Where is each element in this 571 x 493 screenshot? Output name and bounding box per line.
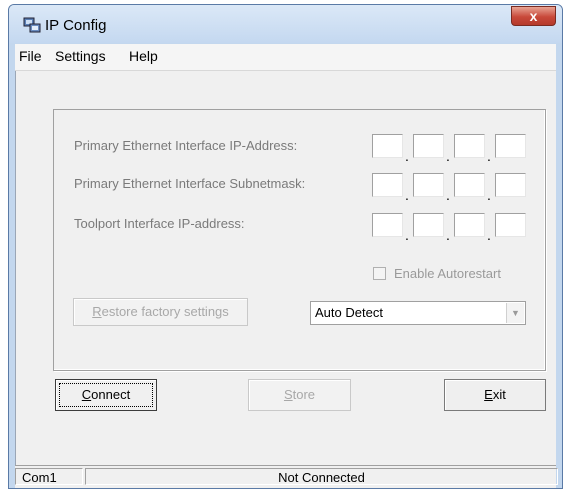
subnet-octet-3[interactable] — [454, 173, 485, 197]
toolport-ip-octet-1[interactable] — [372, 213, 403, 237]
subnet-octet-1[interactable] — [372, 173, 403, 197]
ip-dot: . — [446, 148, 450, 164]
title-bar[interactable]: IP Config x — [9, 5, 562, 43]
window-title: IP Config — [45, 17, 107, 34]
exit-button[interactable]: Exit — [444, 379, 546, 411]
ip-dot: . — [405, 227, 409, 243]
detect-mode-select[interactable]: Auto Detect ▼ — [310, 301, 526, 325]
exit-label-rest: xit — [492, 387, 506, 402]
subnet-octet-2[interactable] — [413, 173, 444, 197]
toolport-ip-octet-4[interactable] — [495, 213, 526, 237]
store-button[interactable]: Store — [248, 379, 351, 411]
restore-mnemonic: R — [92, 304, 102, 319]
menu-help[interactable]: Help — [129, 48, 158, 64]
restore-label-rest: estore factory settings — [101, 304, 229, 319]
primary-ip-octet-3[interactable] — [454, 134, 485, 158]
primary-ip-octet-2[interactable] — [413, 134, 444, 158]
menu-bar: File Settings Help — [15, 44, 556, 71]
primary-ip-octet-1[interactable] — [372, 134, 403, 158]
enable-autorestart-checkbox[interactable] — [373, 267, 386, 280]
status-connection: Not Connected — [85, 468, 558, 485]
primary-ip-octet-4[interactable] — [495, 134, 526, 158]
enable-autorestart-label: Enable Autorestart — [394, 266, 501, 281]
focus-rectangle — [59, 383, 153, 407]
subnet-mask-label: Primary Ethernet Interface Subnetmask: — [74, 176, 306, 191]
status-port: Com1 — [15, 468, 83, 485]
subnet-octet-4[interactable] — [495, 173, 526, 197]
toolport-ip-octet-2[interactable] — [413, 213, 444, 237]
chevron-down-icon[interactable]: ▼ — [506, 303, 524, 323]
ip-dot: . — [487, 227, 491, 243]
close-button[interactable]: x — [511, 6, 556, 26]
close-icon: x — [529, 8, 538, 24]
toolport-ip-label: Toolport Interface IP-address: — [74, 216, 245, 231]
ip-dot: . — [405, 148, 409, 164]
store-label-rest: tore — [292, 387, 316, 402]
ip-config-window: IP Config x File Settings Help Primary E… — [8, 4, 563, 489]
ip-dot: . — [487, 187, 491, 203]
menu-file[interactable]: File — [19, 48, 42, 64]
primary-ip-label: Primary Ethernet Interface IP-Address: — [74, 138, 298, 153]
exit-mnemonic: E — [484, 387, 493, 402]
network-config-icon — [23, 17, 41, 33]
client-area: Primary Ethernet Interface IP-Address: P… — [15, 71, 556, 482]
connect-button[interactable]: Connect — [55, 379, 157, 411]
toolport-ip-octet-3[interactable] — [454, 213, 485, 237]
ip-dot: . — [446, 187, 450, 203]
detect-mode-value: Auto Detect — [315, 305, 383, 320]
ip-dot: . — [405, 187, 409, 203]
store-mnemonic: S — [283, 387, 293, 402]
restore-factory-settings-button[interactable]: Restore factory settings — [73, 298, 248, 326]
ip-dot: . — [487, 148, 491, 164]
status-bar: Com1 Not Connected — [15, 465, 558, 488]
ip-dot: . — [446, 227, 450, 243]
menu-settings[interactable]: Settings — [55, 48, 106, 64]
